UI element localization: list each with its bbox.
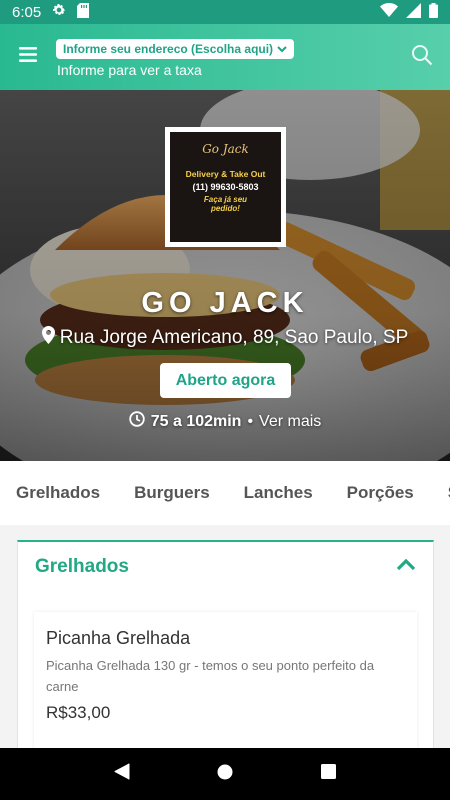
category-tab-lanches[interactable]: Lanches — [244, 483, 313, 503]
product-name: Picanha Grelhada — [46, 628, 191, 648]
restaurant-hero: Go Jack Delivery & Take Out (11) 99630-5… — [0, 90, 450, 461]
search-button[interactable] — [394, 24, 450, 90]
address-selector[interactable]: Informe seu endereco (Escolha aqui) — [56, 38, 295, 59]
recents-button[interactable] — [308, 754, 348, 794]
wifi-icon — [380, 3, 398, 21]
search-icon — [411, 44, 433, 71]
logo-phone: (11) 99630-5803 — [192, 182, 259, 192]
logo-tagline: Faça já seu pedido! — [170, 195, 281, 213]
signal-icon — [406, 2, 421, 22]
restaurant-address: Rua Jorge Americano, 89, Sao Paulo, SP — [0, 326, 450, 350]
delivery-time-row: 75 a 102min • Ver mais — [0, 411, 450, 432]
gear-icon — [51, 2, 67, 22]
chevron-up-icon[interactable] — [396, 558, 416, 576]
home-button[interactable] — [205, 754, 245, 794]
chevron-down-icon — [277, 42, 287, 56]
system-nav-bar — [0, 748, 450, 800]
restaurant-name: GO JACK — [141, 287, 309, 319]
clock-icon — [129, 411, 145, 432]
section-title: Grelhados — [35, 556, 129, 577]
category-tab-porcoes[interactable]: Porções — [347, 483, 414, 503]
ver-mais-link[interactable]: Ver mais — [259, 413, 321, 431]
product-description: Picanha Grelhada 130 gr - temos o seu po… — [46, 658, 375, 694]
category-tab-burguers[interactable]: Burguers — [134, 483, 210, 503]
section-header[interactable]: Grelhados — [18, 542, 433, 592]
address-prompt: Informe seu endereco (Escolha aqui) — [63, 41, 274, 56]
location-pin-icon — [41, 326, 55, 350]
back-icon — [114, 763, 130, 785]
battery-icon — [429, 2, 438, 22]
delivery-time: 75 a 102min — [150, 412, 242, 430]
category-tab-grelhados[interactable]: Grelhados — [16, 483, 100, 503]
menu-icon — [19, 47, 37, 67]
home-icon — [217, 764, 233, 785]
address-text: Rua Jorge Americano, 89, Sao Paulo, SP — [59, 327, 409, 348]
menu-button[interactable] — [0, 24, 56, 90]
logo-image: Go Jack Delivery & Take Out (11) 99630-5… — [170, 132, 281, 242]
fee-hint: Informe para ver a taxa — [57, 61, 202, 78]
logo-delivery-text: Delivery & Take Out — [185, 169, 266, 179]
logo-tagline-line2: pedido! — [211, 204, 240, 213]
back-button[interactable] — [102, 754, 142, 794]
screen: 6:05 Informe seu endereco (Escolha aqui)… — [0, 0, 450, 800]
separator-dot: • — [247, 412, 254, 430]
section-grelhados: Grelhados Picanha Grelhada Picanha Grelh… — [17, 540, 434, 800]
app-bar: Informe seu endereco (Escolha aqui) Info… — [0, 24, 450, 90]
status-time: 6:05 — [12, 3, 42, 21]
logo-tagline-line1: Faça já seu — [203, 195, 248, 204]
restaurant-logo: Go Jack Delivery & Take Out (11) 99630-5… — [165, 127, 286, 247]
sd-card-icon — [77, 2, 90, 22]
logo-script: Go Jack — [202, 142, 249, 156]
product-price: R$33,00 — [46, 703, 111, 722]
address-area: Informe seu endereco (Escolha aqui) Info… — [56, 37, 394, 78]
category-tabs: Grelhados Burguers Lanches Porções S — [0, 461, 450, 525]
status-bar: 6:05 — [0, 0, 450, 24]
open-status-badge: Aberto agora — [160, 363, 291, 398]
recents-icon — [320, 764, 336, 784]
